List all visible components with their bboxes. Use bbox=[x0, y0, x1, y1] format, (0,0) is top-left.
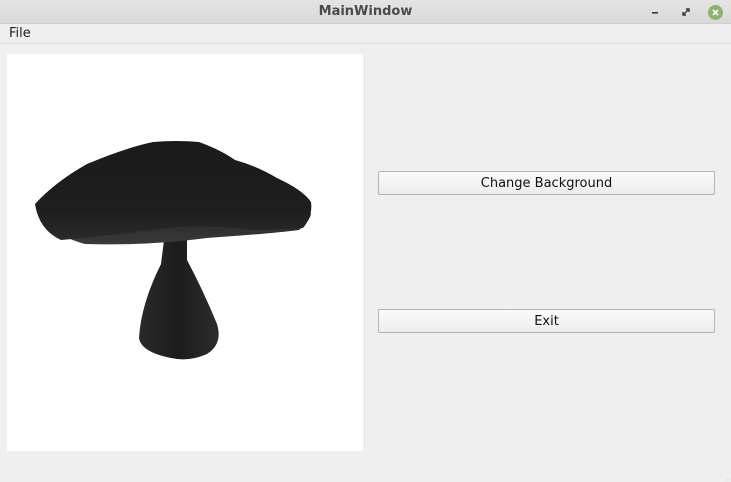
exit-button[interactable]: Exit bbox=[378, 309, 715, 333]
3d-viewport[interactable] bbox=[7, 54, 363, 451]
resize-grip[interactable] bbox=[721, 472, 729, 481]
change-background-button[interactable]: Change Background bbox=[378, 171, 715, 195]
close-circle bbox=[707, 4, 723, 20]
main-window: MainWindow File Change Background Exit bbox=[0, 0, 731, 482]
title-bar: MainWindow bbox=[0, 0, 731, 24]
menu-file[interactable]: File bbox=[6, 25, 34, 42]
restore-icon bbox=[682, 8, 690, 16]
window-title: MainWindow bbox=[318, 4, 413, 19]
mushroom-cap bbox=[35, 141, 312, 240]
mushroom-stem bbox=[139, 232, 219, 360]
minimize-button[interactable] bbox=[646, 3, 664, 21]
mushroom-model bbox=[35, 141, 312, 360]
minimize-icon bbox=[652, 12, 658, 14]
menu-bar: File bbox=[0, 24, 731, 44]
close-button[interactable] bbox=[706, 3, 724, 21]
close-icon bbox=[711, 8, 719, 16]
maximize-button[interactable] bbox=[677, 3, 695, 21]
